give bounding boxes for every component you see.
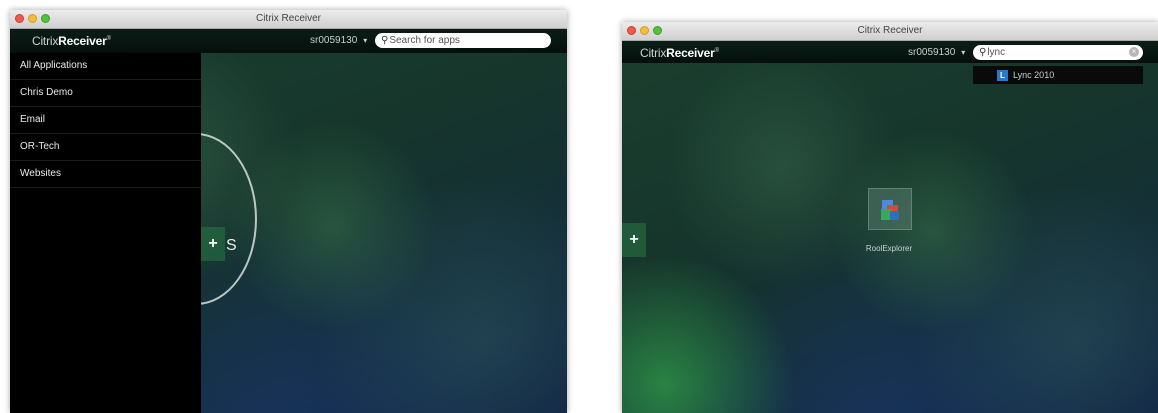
chevron-down-icon: ▾ [961, 48, 966, 57]
search-icon: ⚲ [381, 35, 389, 46]
close-window-icon[interactable] [627, 26, 636, 35]
search-icon: ⚲ [979, 47, 987, 58]
right-titlebar: Citrix Receiver [622, 22, 1158, 41]
right-app-area: + [622, 63, 1158, 413]
right-receiver-window: Citrix Receiver CitrixReceiver® sr005913… [622, 22, 1158, 413]
app-icon [881, 200, 899, 220]
add-apps-button[interactable]: + [622, 223, 646, 257]
close-window-icon[interactable] [15, 14, 24, 23]
app-label: RoolExplorer [865, 244, 913, 253]
sidebar-item-websites[interactable]: Websites [10, 161, 201, 188]
zoom-window-icon[interactable] [41, 14, 50, 23]
left-window-title: Citrix Receiver [255, 13, 321, 24]
left-search-input[interactable]: ⚲Search for apps [375, 33, 551, 48]
search-suggestion-lync-2010[interactable]: L Lync 2010 [973, 66, 1143, 84]
sidebar-item-all-applications[interactable]: All Applications [10, 53, 201, 80]
left-receiver-window: Citrix Receiver CitrixReceiver® sr005913… [10, 10, 567, 413]
sidebar-item-chris-demo[interactable]: Chris Demo [10, 80, 201, 107]
right-window-controls [627, 26, 662, 35]
plus-icon: + [208, 235, 218, 252]
category-sidebar: All Applications Chris Demo Email OR-Tec… [10, 53, 201, 413]
right-search-input[interactable]: ⚲lync × [973, 45, 1143, 60]
chevron-down-icon: ▾ [363, 36, 368, 45]
right-user-menu[interactable]: sr0059130 ▾ [908, 47, 965, 58]
left-brand-logo: CitrixReceiver® [32, 34, 111, 48]
left-user-menu[interactable]: sr0059130 ▾ [310, 35, 367, 46]
minimize-window-icon[interactable] [640, 26, 649, 35]
left-titlebar: Citrix Receiver [10, 10, 567, 29]
right-window-title: Citrix Receiver [857, 25, 923, 36]
left-window-controls [15, 14, 50, 23]
minimize-window-icon[interactable] [28, 14, 37, 23]
clear-icon[interactable]: × [1129, 47, 1139, 57]
ring-letter: S [226, 237, 237, 254]
zoom-window-icon[interactable] [653, 26, 662, 35]
sidebar-item-email[interactable]: Email [10, 107, 201, 134]
app-tile[interactable] [868, 188, 912, 230]
lync-icon: L [997, 70, 1008, 82]
right-brand-logo: CitrixReceiver® [640, 46, 719, 60]
plus-icon: + [629, 231, 639, 248]
left-header: CitrixReceiver® sr0059130 ▾ ⚲Search for a… [10, 29, 567, 53]
sidebar-item-or-tech[interactable]: OR-Tech [10, 134, 201, 161]
add-apps-button[interactable]: + [201, 227, 225, 261]
right-header: CitrixReceiver® sr0059130 ▾ ⚲lync × [622, 41, 1158, 63]
